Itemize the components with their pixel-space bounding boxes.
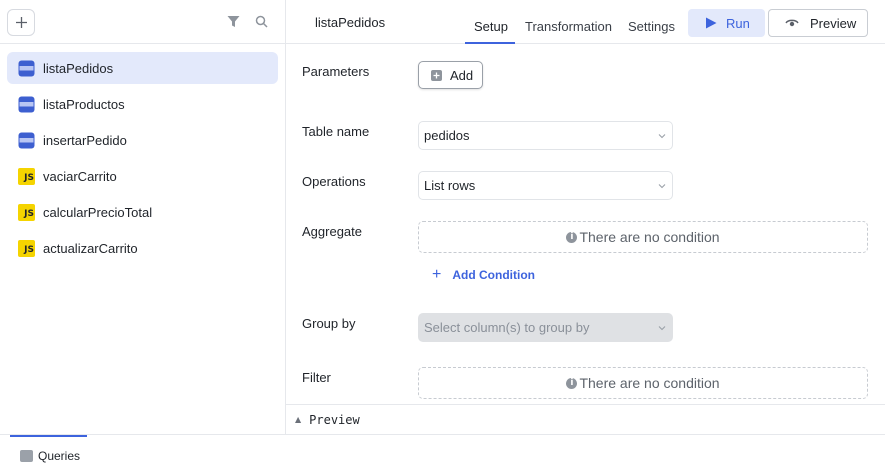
queries-tab-label: Queries: [38, 448, 81, 463]
setup-form: Parameters Add Table name pedidos Operat…: [286, 44, 885, 404]
query-item-listaPedidos[interactable]: listaPedidos: [7, 52, 278, 84]
plus-square-icon: [431, 69, 442, 81]
search-icon[interactable]: [253, 13, 269, 29]
table-name-value: pedidos: [424, 128, 470, 143]
chevron-down-icon: [658, 326, 666, 331]
query-item-label: insertarPedido: [43, 132, 127, 148]
table-query-icon: [18, 132, 35, 148]
group-by-placeholder: Select column(s) to group by: [424, 320, 590, 335]
editor-header: listaPedidos Setup Transformation Settin…: [286, 0, 885, 44]
table-name-label: Table name: [302, 124, 370, 139]
preview-panel-toggle[interactable]: ▲ Preview: [286, 404, 885, 434]
queries-tab[interactable]: Queries: [10, 435, 87, 473]
query-item-listaProductos[interactable]: listaProductos: [7, 88, 278, 120]
queries-icon: [20, 449, 33, 462]
app-frame: listaPedidos listaProductos insertarPedi…: [0, 0, 885, 434]
query-editor: listaPedidos Setup Transformation Settin…: [286, 0, 885, 434]
javascript-icon: JS: [18, 203, 35, 221]
operations-label: Operations: [302, 174, 366, 189]
tab-transformation[interactable]: Transformation: [525, 19, 612, 34]
query-sidebar: listaPedidos listaProductos insertarPedi…: [0, 0, 286, 434]
query-name[interactable]: listaPedidos: [315, 15, 385, 30]
parameters-label: Parameters: [302, 64, 370, 79]
query-item-vaciarCarrito[interactable]: JS vaciarCarrito: [7, 160, 278, 192]
tab-settings[interactable]: Settings: [628, 19, 675, 34]
table-query-icon: [18, 60, 35, 76]
group-by-label: Group by: [302, 316, 356, 331]
group-by-select: Select column(s) to group by: [418, 313, 673, 342]
preview-panel-label: Preview: [309, 412, 360, 427]
plus-icon: [15, 17, 27, 28]
query-item-insertarPedido[interactable]: insertarPedido: [7, 124, 278, 156]
caret-up-icon: ▲: [295, 415, 302, 424]
add-parameter-label: Add: [450, 67, 474, 83]
filter-empty-state: i There are no condition: [418, 367, 868, 399]
preview-button[interactable]: Preview: [768, 9, 868, 37]
info-icon: i: [566, 377, 578, 389]
query-item-label: actualizarCarrito: [43, 240, 138, 256]
chevron-down-icon: [658, 184, 666, 189]
add-condition-label: Add Condition: [452, 268, 535, 282]
add-query-button[interactable]: [7, 9, 35, 36]
info-icon: i: [566, 231, 578, 243]
aggregate-label: Aggregate: [302, 224, 362, 239]
query-item-label: vaciarCarrito: [43, 168, 117, 184]
table-query-icon: [18, 96, 35, 112]
query-item-label: listaProductos: [43, 96, 125, 112]
add-condition-button[interactable]: + Add Condition: [432, 266, 535, 284]
aggregate-empty-state: i There are no condition: [418, 221, 868, 253]
plus-icon: +: [432, 266, 442, 283]
operations-select[interactable]: List rows: [418, 171, 673, 200]
query-item-actualizarCarrito[interactable]: JS actualizarCarrito: [7, 232, 278, 264]
preview-label: Preview: [810, 15, 857, 31]
play-icon: [706, 17, 717, 29]
chevron-down-icon: [658, 134, 666, 139]
filter-icon[interactable]: [225, 13, 241, 29]
sidebar-toolbar: [0, 0, 285, 44]
table-name-select[interactable]: pedidos: [418, 121, 673, 150]
tab-setup[interactable]: Setup: [474, 19, 508, 34]
operations-value: List rows: [424, 178, 476, 193]
query-item-label: listaPedidos: [43, 60, 114, 76]
javascript-icon: JS: [18, 167, 35, 185]
add-parameter-button[interactable]: Add: [418, 61, 483, 89]
bottom-bar: Queries: [0, 434, 885, 473]
run-button[interactable]: Run: [688, 9, 765, 37]
run-label: Run: [726, 15, 750, 31]
query-list: listaPedidos listaProductos insertarPedi…: [0, 44, 285, 264]
query-item-label: calcularPrecioTotal: [43, 204, 153, 220]
filter-label: Filter: [302, 370, 331, 385]
javascript-icon: JS: [18, 239, 35, 257]
query-item-calcularPrecioTotal[interactable]: JS calcularPrecioTotal: [7, 196, 278, 228]
filter-empty-text: There are no condition: [579, 375, 720, 391]
eye-icon: [785, 19, 799, 27]
aggregate-empty-text: There are no condition: [579, 229, 720, 245]
